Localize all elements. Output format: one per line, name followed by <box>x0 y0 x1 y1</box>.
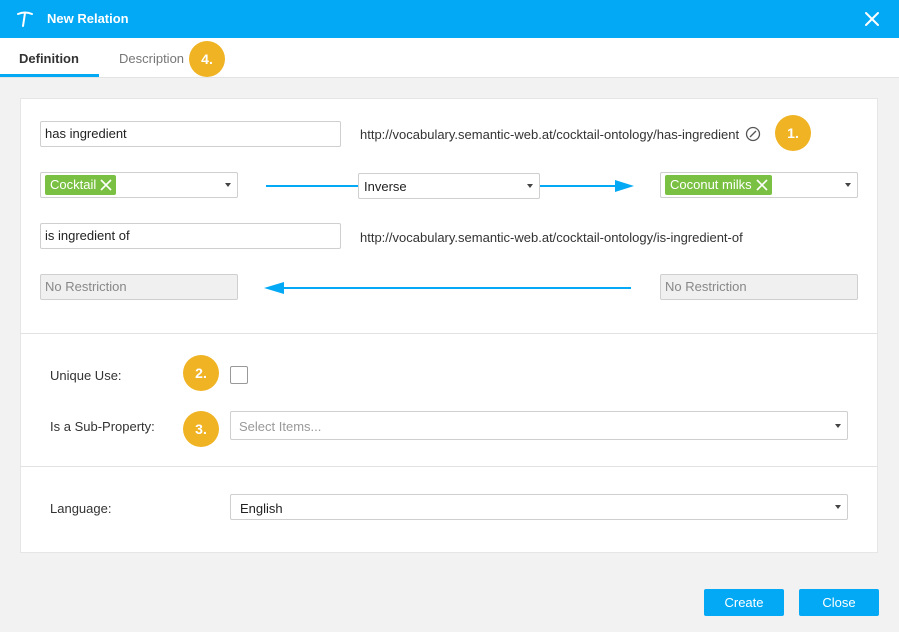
sub-property-label: Is a Sub-Property: <box>50 419 155 434</box>
dialog-title: New Relation <box>47 11 129 26</box>
callout-badge-description: 4. <box>189 41 225 77</box>
close-icon[interactable] <box>864 11 880 27</box>
source-class-select[interactable]: Cocktail <box>40 172 238 198</box>
chevron-down-icon <box>527 184 533 188</box>
line-connector <box>266 185 359 187</box>
callout-badge-uri: 1. <box>775 115 811 151</box>
definition-panel <box>20 98 878 553</box>
direction-value: Inverse <box>364 179 407 194</box>
target-class-select[interactable]: Coconut milks <box>660 172 858 198</box>
language-select[interactable]: English <box>230 494 848 520</box>
dialog-titlebar: New Relation <box>0 0 899 38</box>
sub-property-select[interactable]: Select Items... <box>230 411 848 440</box>
inverse-name-input[interactable]: is ingredient of <box>40 223 341 249</box>
section-divider <box>20 333 878 334</box>
active-tab-indicator <box>0 74 99 77</box>
unique-use-label: Unique Use: <box>50 368 122 383</box>
relation-name-input[interactable]: has ingredient <box>40 121 341 147</box>
language-value: English <box>240 501 283 516</box>
chevron-down-icon <box>225 183 231 187</box>
create-button[interactable]: Create <box>704 589 784 616</box>
sub-property-placeholder: Select Items... <box>239 419 322 434</box>
chevron-down-icon <box>835 505 841 509</box>
chevron-down-icon <box>845 183 851 187</box>
source-class-tag-label: Cocktail <box>50 177 97 192</box>
inverse-uri: http://vocabulary.semantic-web.at/cockta… <box>360 230 743 245</box>
tab-bar: Definition Description <box>0 38 899 78</box>
close-button[interactable]: Close <box>799 589 879 616</box>
tab-description[interactable]: Description <box>119 51 184 66</box>
callout-badge-subprop: 3. <box>183 411 219 447</box>
tab-definition[interactable]: Definition <box>19 51 79 66</box>
direction-select[interactable]: Inverse <box>358 173 540 199</box>
remove-source-class-icon[interactable] <box>100 179 112 191</box>
section-divider <box>20 466 878 467</box>
edit-uri-icon[interactable] <box>745 126 761 142</box>
target-restriction-input: No Restriction <box>660 274 858 300</box>
unique-use-checkbox[interactable] <box>230 366 248 384</box>
language-label: Language: <box>50 501 112 516</box>
chevron-down-icon <box>835 424 841 428</box>
relation-uri: http://vocabulary.semantic-web.at/cockta… <box>360 127 740 142</box>
app-logo-icon <box>17 11 33 27</box>
remove-target-class-icon[interactable] <box>756 179 768 191</box>
target-class-tag-label: Coconut milks <box>670 177 752 192</box>
source-restriction-input: No Restriction <box>40 274 238 300</box>
target-class-tag: Coconut milks <box>665 175 772 195</box>
source-class-tag: Cocktail <box>45 175 117 195</box>
arrow-left-icon <box>264 282 631 294</box>
arrow-right-icon <box>540 180 634 192</box>
callout-badge-unique: 2. <box>183 355 219 391</box>
